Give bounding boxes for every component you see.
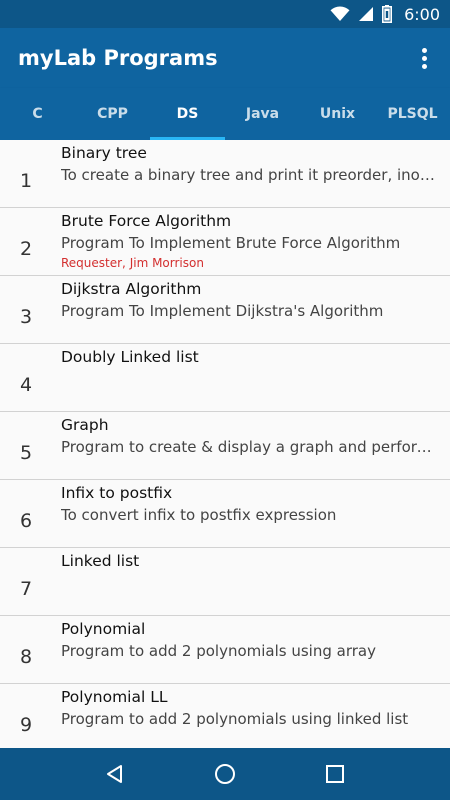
item-title: Polynomial LL	[61, 688, 168, 706]
app-title: myLab Programs	[18, 46, 218, 70]
item-description: Program To Implement Dijkstra's Algorith…	[61, 302, 384, 320]
tab-java[interactable]: Java	[225, 88, 300, 140]
tab-c[interactable]: C	[0, 88, 75, 140]
list-item[interactable]: 2 Brute Force Algorithm Program To Impleme…	[0, 208, 450, 276]
item-title: Linked list	[61, 552, 140, 570]
item-description: Program to add 2 polynomials using linke…	[61, 710, 409, 728]
item-number: 5	[20, 442, 33, 464]
item-description: Program to add 2 polynomials using array	[61, 642, 376, 660]
list-item[interactable]: 6 Infix to postfix To convert infix to pos…	[0, 480, 450, 548]
cell-signal-icon	[358, 6, 374, 22]
list-item[interactable]: 7 Linked list	[0, 548, 450, 616]
item-number: 3	[20, 306, 33, 328]
item-title: Graph	[61, 416, 109, 434]
wifi-icon	[330, 6, 350, 22]
item-number: 2	[20, 238, 33, 260]
program-list[interactable]: 1 Binary tree To create a binary tree and …	[0, 140, 450, 748]
app-bar: myLab Programs	[0, 28, 450, 88]
item-number: 1	[20, 170, 33, 192]
item-title: Binary tree	[61, 144, 147, 162]
item-title: Infix to postfix	[61, 484, 173, 502]
item-title: Dijkstra Algorithm	[61, 280, 202, 298]
item-description: Program To Implement Brute Force Algorit…	[61, 234, 401, 252]
tab-bar: C CPP DS Java Unix PLSQL	[0, 88, 450, 140]
home-icon[interactable]	[205, 754, 245, 794]
tab-plsql[interactable]: PLSQL	[375, 88, 450, 140]
status-time: 6:00	[404, 4, 440, 24]
tab-cpp[interactable]: CPP	[75, 88, 150, 140]
tab-unix[interactable]: Unix	[300, 88, 375, 140]
list-item[interactable]: 3 Dijkstra Algorithm Program To Implement …	[0, 276, 450, 344]
recents-icon[interactable]	[315, 754, 355, 794]
item-description: To convert infix to postfix expression	[61, 506, 337, 524]
back-icon[interactable]	[95, 754, 135, 794]
navigation-bar	[0, 748, 450, 800]
more-vert-icon[interactable]	[412, 44, 436, 72]
item-number: 4	[20, 374, 33, 396]
item-number: 7	[20, 578, 33, 600]
tab-ds[interactable]: DS	[150, 88, 225, 140]
item-description: To create a binary tree and print it pre…	[61, 166, 437, 184]
item-requester: Requester, Jim Morrison	[61, 256, 204, 270]
item-title: Brute Force Algorithm	[61, 212, 232, 230]
battery-icon	[382, 5, 393, 23]
list-item[interactable]: 5 Graph Program to create & display a grap…	[0, 412, 450, 480]
list-item[interactable]: 4 Doubly Linked list	[0, 344, 450, 412]
status-bar: 6:00	[0, 0, 450, 28]
item-description: Program to create & display a graph and …	[61, 438, 437, 456]
item-title: Doubly Linked list	[61, 348, 199, 366]
list-item[interactable]: 1 Binary tree To create a binary tree and …	[0, 140, 450, 208]
item-number: 9	[20, 714, 33, 736]
item-title: Polynomial	[61, 620, 146, 638]
list-item[interactable]: 8 Polynomial Program to add 2 polynomials …	[0, 616, 450, 684]
item-number: 8	[20, 646, 33, 668]
item-number: 6	[20, 510, 33, 532]
list-item[interactable]: 9 Polynomial LL Program to add 2 polynomia…	[0, 684, 450, 748]
